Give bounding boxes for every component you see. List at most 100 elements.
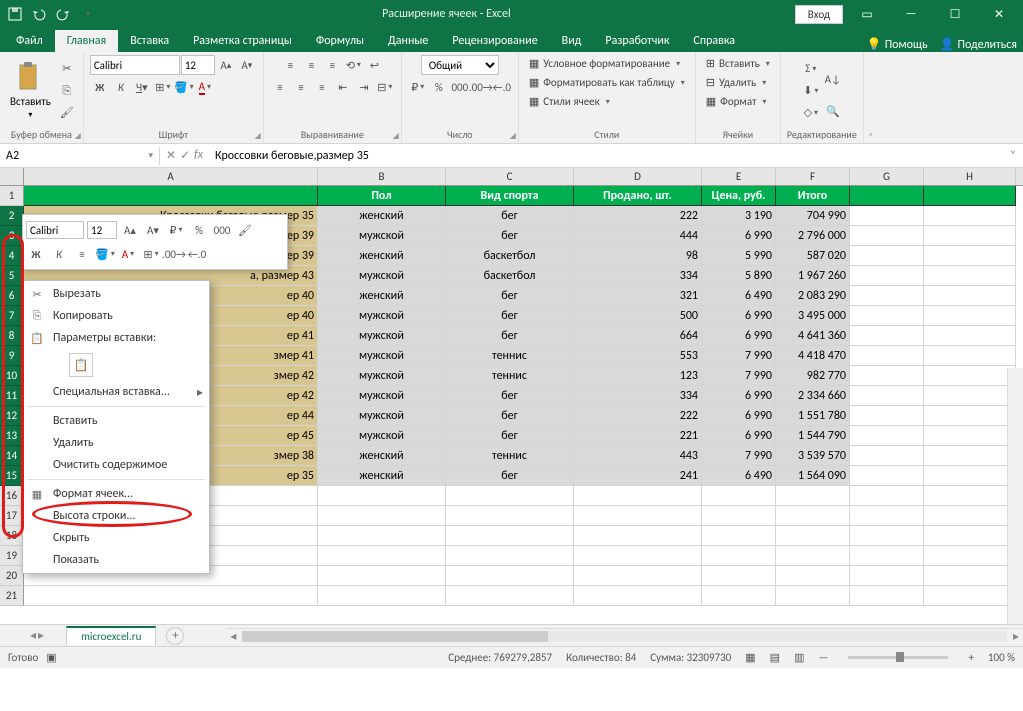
clear-icon[interactable]: ◇ (801, 103, 821, 123)
cm-hide[interactable]: Скрыть (23, 527, 209, 549)
header-cell[interactable]: Итого (776, 186, 850, 206)
sheet-nav-prev-icon[interactable]: ◂ (30, 628, 36, 643)
mini-align-icon[interactable]: ≡ (72, 244, 92, 264)
cell[interactable]: 553 (574, 346, 702, 366)
zoom-out-icon[interactable]: — (818, 651, 828, 664)
mini-border-icon[interactable]: ⊞ (141, 244, 161, 264)
cell[interactable] (924, 246, 1016, 266)
share-button[interactable]: 👤 Поделиться (940, 37, 1017, 52)
delete-cells-button[interactable]: ⊟ Удалить (702, 74, 770, 91)
format-painter-icon[interactable]: 🖌 (57, 103, 77, 123)
col-header[interactable]: H (924, 168, 1016, 185)
cell[interactable] (924, 346, 1016, 366)
cm-row-height[interactable]: Высота строки... (23, 505, 209, 527)
tab-home[interactable]: Главная (55, 30, 118, 52)
cell[interactable] (850, 326, 924, 346)
cell[interactable] (24, 586, 318, 606)
row-header[interactable]: 6 (0, 286, 24, 306)
col-header[interactable]: D (574, 168, 702, 185)
cell[interactable] (850, 566, 924, 586)
cell[interactable] (850, 586, 924, 606)
macro-record-icon[interactable]: ▣ (46, 651, 56, 664)
cell[interactable]: 334 (574, 386, 702, 406)
paste-option-icon[interactable]: 📋 (69, 353, 93, 377)
cell[interactable] (924, 486, 1016, 506)
cell[interactable] (850, 206, 924, 226)
mini-percent-icon[interactable]: % (189, 220, 209, 240)
save-icon[interactable] (4, 3, 26, 25)
cell[interactable] (318, 486, 446, 506)
autosum-icon[interactable]: Σ (801, 59, 821, 79)
zoom-slider[interactable] (848, 656, 948, 659)
mini-font-color-icon[interactable]: A (118, 244, 138, 264)
col-header[interactable]: F (776, 168, 850, 185)
cell[interactable] (574, 506, 702, 526)
cell[interactable] (574, 486, 702, 506)
row-header[interactable]: 21 (0, 586, 24, 606)
cell[interactable]: 5 990 (702, 246, 776, 266)
undo-icon[interactable] (28, 3, 50, 25)
cell[interactable]: 982 770 (776, 366, 850, 386)
sort-filter-icon[interactable]: A↓ (823, 60, 843, 100)
col-header[interactable]: C (446, 168, 574, 185)
formula-input[interactable]: Кроссовки беговые,размер 35 (209, 147, 1003, 165)
cell[interactable]: 6 990 (702, 226, 776, 246)
row-header[interactable]: 1 (0, 186, 24, 206)
cell[interactable]: 5 890 (702, 266, 776, 286)
header-cell[interactable] (924, 186, 1016, 206)
align-bottom-icon[interactable]: ≡ (322, 55, 342, 75)
mini-size-combo[interactable] (87, 221, 117, 239)
cell[interactable]: 241 (574, 466, 702, 486)
view-page-icon[interactable]: ▤ (770, 651, 780, 664)
mini-currency-icon[interactable]: ₽ (166, 220, 186, 240)
align-left-icon[interactable]: ≡ (270, 77, 290, 97)
insert-cells-button[interactable]: ⊞ Вставить (702, 55, 774, 72)
cm-copy[interactable]: ⎘Копировать (23, 305, 209, 327)
cell[interactable] (924, 566, 1016, 586)
cell[interactable]: 334 (574, 266, 702, 286)
cell[interactable]: 443 (574, 446, 702, 466)
cm-insert[interactable]: Вставить (23, 410, 209, 432)
cell[interactable]: 664 (574, 326, 702, 346)
cell[interactable] (850, 366, 924, 386)
cell[interactable] (850, 506, 924, 526)
cell[interactable] (702, 586, 776, 606)
cell[interactable] (924, 546, 1016, 566)
cell[interactable]: 6 990 (702, 386, 776, 406)
decrease-font-icon[interactable]: A▾ (237, 55, 257, 75)
cell[interactable]: 98 (574, 246, 702, 266)
align-right-icon[interactable]: ≡ (312, 77, 332, 97)
orientation-icon[interactable]: ⟲ (343, 55, 363, 75)
cell[interactable]: 4 641 360 (776, 326, 850, 346)
font-color-icon[interactable]: A (195, 77, 215, 97)
cell[interactable] (850, 446, 924, 466)
cell[interactable]: женский (318, 446, 446, 466)
cell[interactable] (924, 226, 1016, 246)
copy-icon[interactable]: ⎘ (57, 81, 77, 101)
row-header[interactable]: 16 (0, 486, 24, 506)
tab-review[interactable]: Рецензирование (440, 30, 549, 52)
header-cell[interactable] (24, 186, 318, 206)
zoom-level[interactable]: 100 % (988, 651, 1015, 664)
row-header[interactable]: 7 (0, 306, 24, 326)
cell[interactable]: 3 539 570 (776, 446, 850, 466)
cell[interactable]: 2 796 000 (776, 226, 850, 246)
cell[interactable]: теннис (446, 366, 574, 386)
cell[interactable] (318, 586, 446, 606)
underline-icon[interactable]: Ч▾ (132, 77, 152, 97)
cell[interactable] (924, 466, 1016, 486)
col-header[interactable]: G (850, 168, 924, 185)
format-table-button[interactable]: ▦ Форматировать как таблицу (525, 74, 689, 91)
indent-increase-icon[interactable]: ⇥ (354, 77, 374, 97)
tab-data[interactable]: Данные (376, 30, 440, 52)
font-size-combo[interactable] (181, 55, 215, 75)
fill-color-icon[interactable]: 🪣 (174, 77, 194, 97)
cell[interactable]: бег (446, 386, 574, 406)
cell[interactable]: 6 990 (702, 426, 776, 446)
cell[interactable]: 6 990 (702, 306, 776, 326)
find-select-icon[interactable]: 🔍 (823, 102, 843, 122)
mini-dec-decimal-icon[interactable]: ←.0 (187, 244, 207, 264)
cell[interactable] (446, 546, 574, 566)
cell[interactable] (850, 526, 924, 546)
cell[interactable]: бег (446, 426, 574, 446)
